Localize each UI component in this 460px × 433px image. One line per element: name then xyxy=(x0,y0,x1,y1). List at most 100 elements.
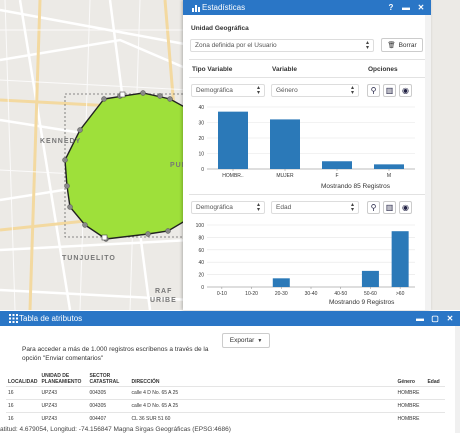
map-label-tunjuelito: TUNJUELITO xyxy=(62,255,116,262)
unidad-label: Unidad Geográfica xyxy=(191,25,249,32)
delete-button-1[interactable]: ▥ xyxy=(383,84,396,97)
stats-scrollbar[interactable] xyxy=(425,15,431,310)
stats-titlebar[interactable]: Estadísticas ? ▬ ✕ xyxy=(183,0,431,15)
eye-icon: ◉ xyxy=(402,86,409,95)
col-variable: Variable xyxy=(272,66,297,73)
zoom-button-2[interactable]: ⚲ xyxy=(367,201,380,214)
trash-icon: ▥ xyxy=(385,203,394,212)
caption-1: Mostrando 85 Registros xyxy=(321,183,391,190)
unidad-value: Zona definida por el Usuario xyxy=(195,42,277,49)
col-opciones: Opciones xyxy=(368,66,398,73)
map-label-uribe: URIBE xyxy=(150,297,177,304)
table-row[interactable]: 16 UPZ43 004407 CL 36 SUR 51 60 HOMBRE xyxy=(6,411,446,425)
cell: CL 36 SUR 51 60 xyxy=(129,411,396,425)
search-icon: ⚲ xyxy=(370,86,377,95)
y-tick-label: 20 xyxy=(198,136,204,142)
variable-value-2: Edad xyxy=(276,204,292,211)
tipo-select-1[interactable]: Demográfica ▴ ▾ xyxy=(191,84,265,97)
minimize-icon[interactable]: ▬ xyxy=(400,2,412,14)
th-localidad: LOCALIDAD xyxy=(8,378,38,385)
y-tick-label: 40 xyxy=(198,260,204,266)
cell: 004305 xyxy=(87,398,130,412)
map-label-kennedy: KENNEDY xyxy=(40,138,82,145)
variable-value-1: Género xyxy=(276,87,298,94)
bar[interactable] xyxy=(361,270,379,287)
select-arrows-icon: ▴ ▾ xyxy=(365,40,369,51)
bar[interactable] xyxy=(322,161,352,169)
close-icon[interactable]: ✕ xyxy=(444,313,456,325)
cell: 16 xyxy=(6,385,40,399)
bar[interactable] xyxy=(272,278,290,287)
borrar-button[interactable]: 🗑 Borrar xyxy=(381,38,423,52)
attributes-table: LOCALIDAD UNIDAD DE PLANEAMIENTO SECTOR … xyxy=(6,370,446,425)
variable-select-2[interactable]: Edad ▴ ▾ xyxy=(271,201,359,214)
grid-icon xyxy=(7,313,19,325)
minimize-icon[interactable]: ▬ xyxy=(414,313,426,325)
divider xyxy=(189,59,425,60)
delete-button-2[interactable]: ▥ xyxy=(383,201,396,214)
tipo-select-2[interactable]: Demográfica ▴ ▾ xyxy=(191,201,265,214)
x-tick-label: 50-60 xyxy=(364,291,377,297)
bar[interactable] xyxy=(218,111,248,169)
cell: calle 4 D No. 65 A 25 xyxy=(129,398,396,412)
cell: HOMBRE xyxy=(395,385,426,399)
x-tick-label: M xyxy=(387,173,391,179)
table-header-row: LOCALIDAD UNIDAD DE PLANEAMIENTO SECTOR … xyxy=(6,370,445,386)
exportar-label: Exportar xyxy=(229,337,255,344)
table-titlebar[interactable]: Tabla de atributos ▬ ▢ ✕ xyxy=(0,311,460,326)
divider xyxy=(189,194,425,195)
bar[interactable] xyxy=(270,119,300,169)
zoom-button-1[interactable]: ⚲ xyxy=(367,84,380,97)
cell xyxy=(425,398,446,412)
caret-down-icon: ▼ xyxy=(257,337,263,344)
y-tick-label: 60 xyxy=(198,248,204,254)
cell: HOMBRE xyxy=(395,411,426,425)
table-row[interactable]: 16 UPZ43 004305 calle 4 D No. 65 A 25 HO… xyxy=(6,385,446,399)
close-icon[interactable]: ✕ xyxy=(415,2,427,14)
cell: 004305 xyxy=(87,385,130,399)
cell: UPZ43 xyxy=(39,411,88,425)
x-tick-label: 20-30 xyxy=(275,291,288,297)
info-text: Para acceder a más de 1.000 registros es… xyxy=(22,346,209,362)
coordinates-status: atitud: 4.679054, Longitud: -74.156847 M… xyxy=(0,426,231,433)
y-tick-label: 100 xyxy=(196,223,205,229)
y-tick-label: 0 xyxy=(201,167,204,173)
caption-2: Mostrando 9 Registros xyxy=(329,299,395,306)
exportar-button[interactable]: Exportar ▼ xyxy=(222,333,270,348)
y-tick-label: 40 xyxy=(198,105,204,111)
tipo-value-1: Demográfica xyxy=(196,87,233,94)
maximize-icon[interactable]: ▢ xyxy=(429,313,441,325)
estadisticas-panel: Estadísticas ? ▬ ✕ Unidad Geográfica Zon… xyxy=(183,0,431,310)
variable-select-1[interactable]: Género ▴ ▾ xyxy=(271,84,359,97)
th-unidad: UNIDAD DE PLANEAMIENTO xyxy=(41,372,82,385)
th-genero: Género xyxy=(397,378,415,385)
th-sector: SECTOR CATASTRAL xyxy=(89,372,120,385)
trash-icon: ▥ xyxy=(385,86,394,95)
cell: UPZ43 xyxy=(39,398,88,412)
view-button-1[interactable]: ◉ xyxy=(399,84,412,97)
x-tick-label: 30-40 xyxy=(305,291,318,297)
edad-chart: 0 20 40 60 80 100 0-10 10-20 20-30 30-40 40-50 50-6… xyxy=(196,223,415,297)
tipo-value-2: Demográfica xyxy=(196,204,233,211)
bar[interactable] xyxy=(374,164,404,169)
x-tick-label: F xyxy=(335,173,338,179)
help-icon[interactable]: ? xyxy=(385,2,397,14)
th-edad: Edad xyxy=(427,378,440,385)
y-tick-label: 30 xyxy=(198,121,204,127)
table-scrollbar[interactable] xyxy=(455,326,460,433)
table-row[interactable]: 16 UPZ43 004305 calle 4 D No. 65 A 25 HO… xyxy=(6,398,446,412)
cell: 004407 xyxy=(87,411,130,425)
table-title: Tabla de atributos xyxy=(19,314,83,323)
view-button-2[interactable]: ◉ xyxy=(399,201,412,214)
select-arrows-icon: ▴ ▾ xyxy=(256,85,260,96)
x-tick-label: MUJER xyxy=(276,173,294,179)
col-tipo-variable: Tipo Variable xyxy=(192,66,233,73)
chart-icon xyxy=(190,2,202,14)
x-tick-label: 10-20 xyxy=(245,291,258,297)
x-tick-label: 0-10 xyxy=(217,291,227,297)
cell: HOMBRE xyxy=(395,398,426,412)
x-tick-label: 40-50 xyxy=(334,291,347,297)
unidad-select[interactable]: Zona definida por el Usuario ▴ ▾ xyxy=(190,39,374,52)
y-tick-label: 0 xyxy=(201,285,204,291)
bar[interactable] xyxy=(391,231,409,287)
